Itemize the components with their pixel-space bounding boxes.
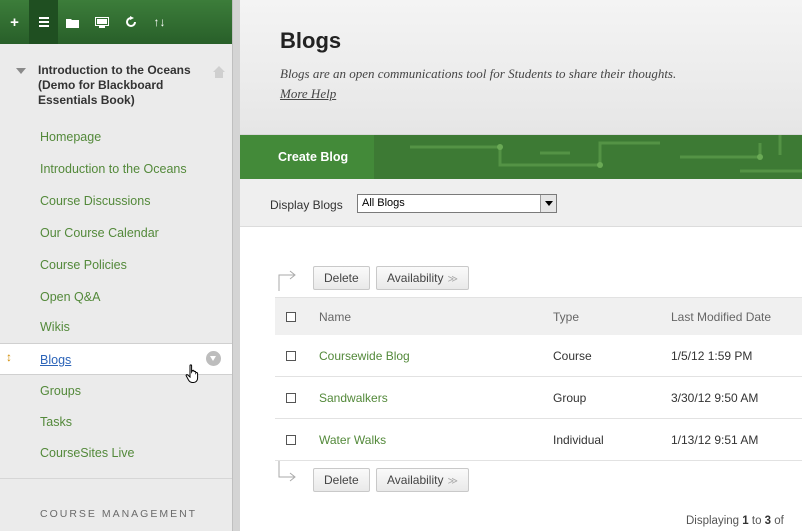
add-menu-item-button[interactable]: + <box>0 0 29 44</box>
sidebar-item-course-calendar[interactable]: Our Course Calendar <box>0 217 232 249</box>
hand-cursor-icon <box>185 364 199 383</box>
table-row: Sandwalkers Group 3/30/12 9:50 AM <box>275 377 802 419</box>
display-blogs-label: Display Blogs <box>270 198 343 212</box>
reorder-button[interactable]: ↑↓ <box>145 0 174 44</box>
display-blogs-select[interactable]: All Blogs <box>357 194 557 213</box>
sidebar-item-introduction[interactable]: Introduction to the Oceans <box>0 153 232 185</box>
item-options-chevron-icon[interactable] <box>206 351 221 366</box>
sidebar-item-open-qa[interactable]: Open Q&A <box>0 281 232 313</box>
section-divider <box>0 478 232 479</box>
blog-name-link[interactable]: Coursewide Blog <box>319 349 410 363</box>
of-label: of <box>774 515 784 527</box>
course-menu-toolbar: + ↑↓ <box>0 0 232 44</box>
sidebar-item-homepage[interactable]: Homepage <box>0 121 232 153</box>
blog-type: Individual <box>553 433 604 447</box>
plus-icon: + <box>10 13 19 31</box>
availability-button-bottom[interactable]: Availability ≫ <box>376 468 469 492</box>
table-row: Coursewide Blog Course 1/5/12 1:59 PM <box>275 335 802 377</box>
table-row: Water Walks Individual 1/13/12 9:51 AM <box>275 419 802 461</box>
bulk-action-arrow-icon <box>278 461 296 482</box>
row-checkbox[interactable] <box>286 351 296 361</box>
open-in-window-button[interactable] <box>87 0 116 44</box>
action-bar: Create Blog <box>240 135 802 179</box>
double-chevron-down-icon: ≫ <box>447 476 458 487</box>
filter-bar: Display Blogs All Blogs <box>240 179 802 227</box>
sidebar-scrollbar[interactable] <box>232 0 240 531</box>
course-management-label[interactable]: COURSE MANAGEMENT <box>40 508 197 520</box>
row-checkbox[interactable] <box>286 435 296 445</box>
blog-modified-date: 1/13/12 9:51 AM <box>671 433 759 447</box>
to-label: to <box>751 515 762 527</box>
folder-icon <box>66 18 79 28</box>
sidebar-item-course-discussions[interactable]: Course Discussions <box>0 185 232 217</box>
blog-modified-date: 1/5/12 1:59 PM <box>671 349 753 363</box>
sidebar-item-coursesites-live[interactable]: CourseSites Live <box>0 437 232 469</box>
list-icon <box>38 17 49 27</box>
double-chevron-down-icon: ≫ <box>447 274 458 285</box>
main-content: Blogs Blogs are an open communications t… <box>240 0 802 531</box>
dropdown-arrow-icon[interactable] <box>540 195 556 212</box>
sidebar-item-tasks[interactable]: Tasks <box>0 406 232 438</box>
column-header-last-modified[interactable]: Last Modified Date <box>671 310 771 324</box>
row-checkbox[interactable] <box>286 393 296 403</box>
displaying-label: Displaying <box>686 515 740 527</box>
sidebar-item-course-policies[interactable]: Course Policies <box>0 249 232 281</box>
blog-type: Group <box>553 391 587 405</box>
pagination-summary: Displaying 1 to 3 of <box>686 515 784 527</box>
course-menu-sidebar: + ↑↓ Introduction to the Oceans (Demo fo… <box>0 0 240 531</box>
availability-label: Availability <box>387 271 444 285</box>
select-all-checkbox[interactable] <box>286 312 296 322</box>
folder-view-button[interactable] <box>58 0 87 44</box>
range-end: 3 <box>764 515 772 527</box>
blog-modified-date: 3/30/12 9:50 AM <box>671 391 759 405</box>
availability-label: Availability <box>387 473 444 487</box>
sidebar-item-wikis[interactable]: Wikis <box>0 311 232 343</box>
column-header-type[interactable]: Type <box>553 310 579 324</box>
bulk-action-arrow-icon <box>278 270 296 291</box>
display-blogs-value: All Blogs <box>362 197 405 209</box>
refresh-button[interactable] <box>116 0 145 44</box>
availability-button-top[interactable]: Availability ≫ <box>376 266 469 290</box>
list-view-button[interactable] <box>29 0 58 44</box>
screen-icon <box>94 16 109 28</box>
page-header: Blogs Blogs are an open communications t… <box>240 0 802 135</box>
blog-name-link[interactable]: Sandwalkers <box>319 391 388 405</box>
blog-type: Course <box>553 349 592 363</box>
delete-button-bottom[interactable]: Delete <box>313 468 370 492</box>
course-title[interactable]: Introduction to the Oceans (Demo for Bla… <box>38 63 218 108</box>
range-start: 1 <box>742 515 749 527</box>
create-blog-button[interactable]: Create Blog <box>240 135 374 179</box>
more-help-link[interactable]: More Help <box>280 86 336 102</box>
delete-button-top[interactable]: Delete <box>313 266 370 290</box>
collapse-caret-icon[interactable] <box>16 68 26 74</box>
home-icon[interactable] <box>212 65 226 79</box>
drag-handle-icon[interactable]: ↕ <box>6 350 12 364</box>
table-header-row: Name Type Last Modified Date <box>275 297 802 335</box>
page-title: Blogs <box>280 28 342 53</box>
blog-name-link[interactable]: Water Walks <box>319 433 386 447</box>
refresh-icon <box>125 16 136 27</box>
column-header-name[interactable]: Name <box>319 310 351 324</box>
sort-icon: ↑↓ <box>153 15 166 29</box>
page-description: Blogs are an open communications tool fo… <box>280 66 677 81</box>
